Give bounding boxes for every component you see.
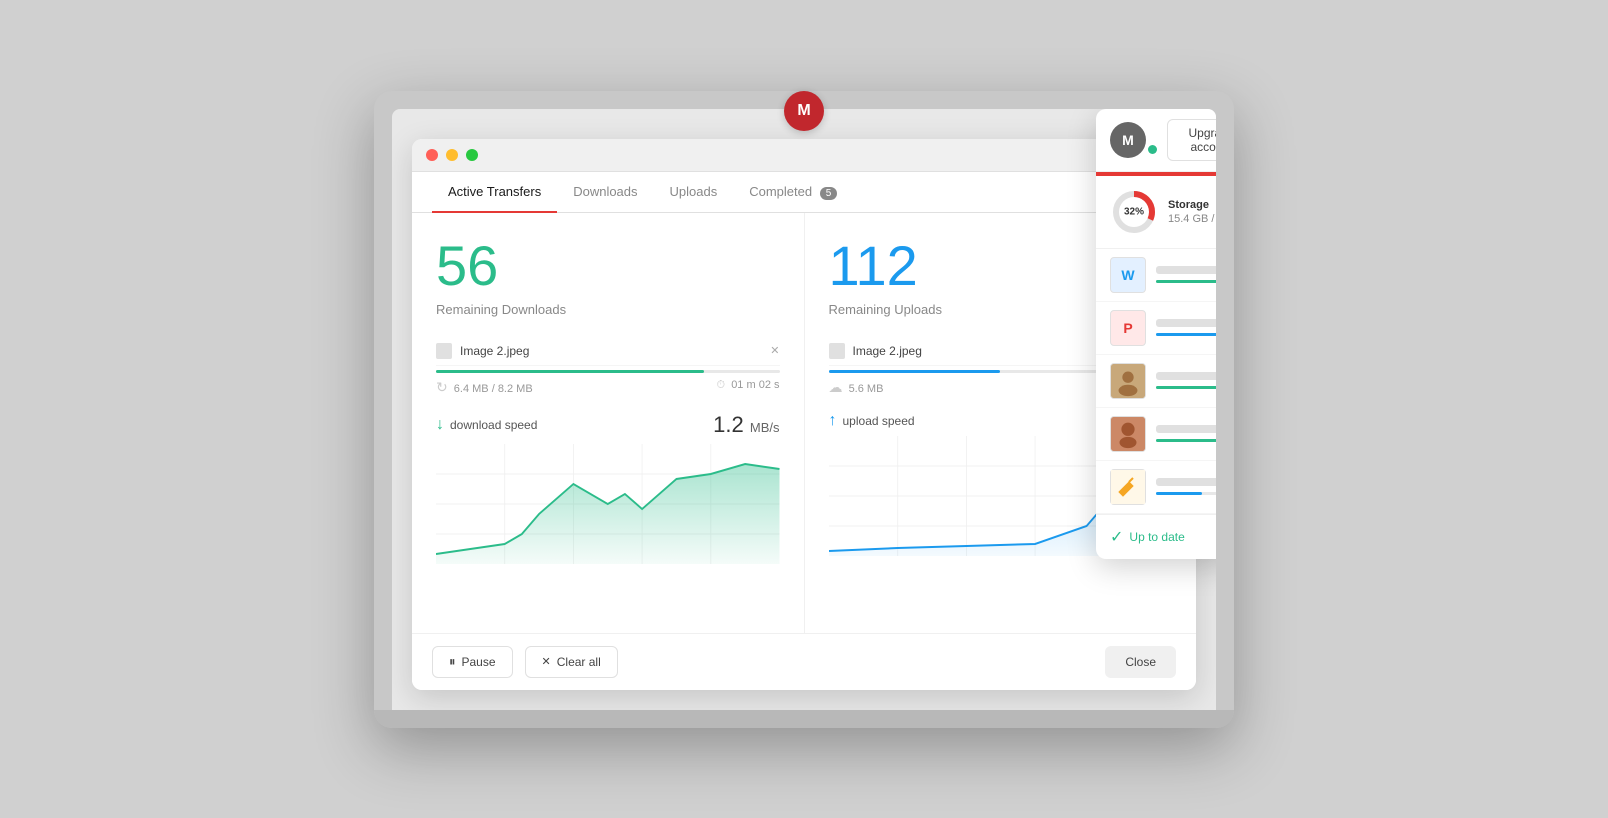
minimize-button[interactable] (446, 149, 458, 161)
speed-unit: MB/s (750, 420, 780, 435)
file-name-bar (1156, 372, 1216, 380)
up-to-date-status: ✓ Up to date (1110, 527, 1216, 547)
laptop-outer: M Active Transfers Downloads Uploads (374, 91, 1234, 728)
file-thumb-photo1 (1110, 363, 1146, 399)
tab-completed[interactable]: Completed 5 (733, 172, 853, 213)
download-speed-section: ↓ download speed 1.2 MB/s (436, 412, 780, 564)
upload-file-icon (829, 343, 845, 359)
storage-item: 32% Storage 15.4 GB / 50 GB (1110, 188, 1216, 236)
file-thumb-photo2 (1110, 416, 1146, 452)
file-progress-fill (1156, 492, 1202, 495)
mega-popup: M Upgrade account 📁 ↑ ↓ ⋮ (1096, 109, 1216, 559)
file-content-5 (1156, 478, 1216, 495)
file-progress-fill (1156, 439, 1216, 442)
storage-section: 32% Storage 15.4 GB / 50 GB 32% (1096, 176, 1216, 249)
file-content-2 (1156, 319, 1216, 336)
download-progress-fill (436, 370, 704, 373)
storage-donut: 32% (1110, 188, 1158, 236)
close-popup-button[interactable]: Close (1105, 646, 1176, 678)
download-speed-value: 1.2 MB/s (713, 412, 779, 438)
tab-active-transfers[interactable]: Active Transfers (432, 172, 557, 213)
download-chart (436, 444, 780, 564)
file-content-3 (1156, 372, 1216, 389)
laptop-base (374, 710, 1234, 728)
download-file-meta: ↻ 6.4 MB / 8.2 MB ⏱ 01 m 02 s (436, 379, 780, 396)
download-progress-bar (436, 370, 780, 373)
downloads-panel: 56 Remaining Downloads Image 2.jpeg ✕ ↻ … (412, 213, 805, 633)
mega-initial: M (797, 102, 810, 120)
online-status-dot (1148, 145, 1157, 154)
file-progress-bar (1156, 280, 1216, 283)
tab-downloads[interactable]: Downloads (557, 172, 653, 213)
maximize-button[interactable] (466, 149, 478, 161)
file-progress-fill (1156, 280, 1216, 283)
mega-footer: ✓ Up to date ↑ 5/12 ↓ 6/21 ⏸ (1096, 514, 1216, 559)
file-content-4 (1156, 425, 1216, 442)
content-area: 56 Remaining Downloads Image 2.jpeg ✕ ↻ … (412, 213, 1196, 633)
file-thumb-doc (1110, 469, 1146, 505)
download-file-name: Image 2.jpeg (460, 344, 762, 358)
pause-button[interactable]: ⏸ Pause (432, 646, 513, 678)
checkmark-icon: ✓ (1110, 527, 1123, 547)
file-name-bar (1156, 319, 1216, 327)
upload-speed-label: ↑ upload speed (829, 412, 915, 430)
storage-percent: 32% (1124, 206, 1144, 217)
downloads-count: 56 (436, 233, 780, 298)
close-button[interactable] (426, 149, 438, 161)
download-size: ↻ 6.4 MB / 8.2 MB (436, 379, 533, 396)
mega-header: M Upgrade account 📁 ↑ ↓ ⋮ (1096, 109, 1216, 172)
tab-uploads[interactable]: Uploads (654, 172, 734, 213)
list-item: ↑ (1096, 461, 1216, 514)
file-progress-bar (1156, 439, 1216, 442)
clear-icon: ✕ (542, 655, 551, 668)
file-name-bar (1156, 425, 1216, 433)
storage-info: Storage 15.4 GB / 50 GB (1168, 199, 1216, 225)
completed-badge: 5 (820, 187, 838, 200)
file-thumb-w: W (1110, 257, 1146, 293)
file-progress-fill (1156, 386, 1216, 389)
list-item: ↓ (1096, 355, 1216, 408)
title-bar (412, 139, 1196, 172)
tabs-bar: Active Transfers Downloads Uploads Compl… (412, 172, 1196, 213)
list-item: P ↑ 00: (1096, 302, 1216, 355)
file-list: W ↓ 00: P (1096, 249, 1216, 514)
bottom-bar: ⏸ Pause ✕ Clear all Close (412, 633, 1196, 690)
download-file-row: Image 2.jpeg ✕ (436, 337, 780, 366)
file-progress-bar (1156, 386, 1216, 389)
clear-all-button[interactable]: ✕ Clear all (525, 646, 618, 678)
file-content-1 (1156, 266, 1216, 283)
list-item: W ↓ 00: (1096, 249, 1216, 302)
list-item: ↓ (1096, 408, 1216, 461)
close-file-button[interactable]: ✕ (770, 344, 779, 357)
mega-top-icon: M (784, 91, 824, 131)
download-time: ⏱ 01 m 02 s (717, 379, 780, 396)
user-avatar: M (1110, 122, 1146, 158)
file-icon (436, 343, 452, 359)
downloads-label: Remaining Downloads (436, 302, 780, 317)
file-name-bar (1156, 266, 1216, 274)
upload-size: ☁ 5.6 MB (829, 379, 884, 396)
file-progress-bar (1156, 492, 1216, 495)
pause-icon: ⏸ (449, 654, 456, 670)
file-progress-bar (1156, 333, 1216, 336)
download-speed-label: ↓ download speed (436, 416, 537, 434)
file-thumb-p: P (1110, 310, 1146, 346)
file-progress-fill (1156, 333, 1216, 336)
upgrade-button[interactable]: Upgrade account (1167, 119, 1216, 161)
file-name-bar (1156, 478, 1216, 486)
upload-progress-fill (829, 370, 1001, 373)
laptop-screen: Active Transfers Downloads Uploads Compl… (392, 109, 1216, 710)
main-window: Active Transfers Downloads Uploads Compl… (412, 139, 1196, 690)
